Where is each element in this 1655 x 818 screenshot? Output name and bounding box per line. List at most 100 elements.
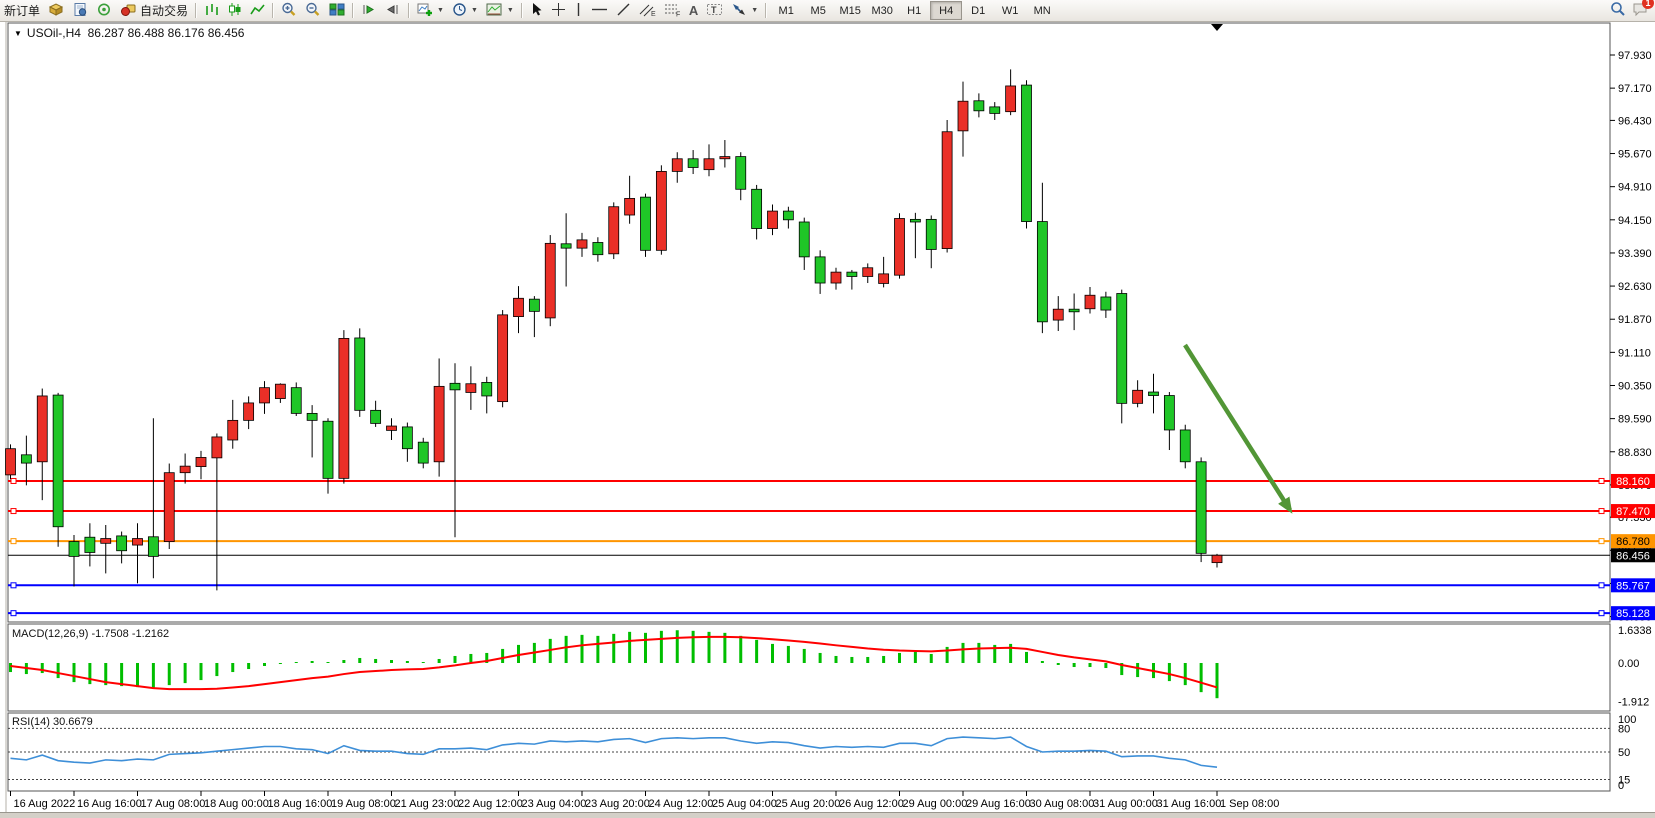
candle-bull — [895, 219, 905, 276]
fibonacci-tool-button[interactable]: F — [660, 1, 685, 20]
tile-windows-button[interactable] — [325, 1, 349, 20]
channel-tool-button[interactable]: E — [635, 1, 660, 20]
trendline-tool-button[interactable] — [612, 1, 635, 20]
candle-bear — [1037, 222, 1047, 322]
line-handle — [11, 509, 16, 514]
chart-title-bar[interactable]: ▼ USOil-,H4 86.287 86.488 86.176 86.456 — [14, 26, 244, 40]
zoom-in-button[interactable] — [277, 1, 301, 20]
auto-scroll-icon — [361, 2, 377, 20]
tab-timeframe-m15[interactable]: M15 — [834, 1, 866, 20]
date-label: 31 Aug 00:00 — [1093, 798, 1158, 810]
candle-bear — [1069, 309, 1079, 312]
tab-timeframe-w1[interactable]: W1 — [994, 1, 1026, 20]
tab-timeframe-m5[interactable]: M5 — [802, 1, 834, 20]
candle-bear — [926, 219, 936, 249]
date-label: 22 Aug 12:00 — [458, 798, 523, 810]
arrows-tool-button[interactable]: ▼ — [727, 1, 762, 20]
toolbar-separator — [408, 3, 410, 18]
date-label: 16 Aug 2022 — [14, 798, 76, 810]
chart-shift-button[interactable] — [381, 1, 405, 20]
auto-scroll-button[interactable] — [357, 1, 381, 20]
candle-bear — [53, 395, 63, 527]
text-label-tool-button[interactable]: T — [702, 1, 727, 20]
candle-bull — [244, 403, 254, 420]
rsi-scale-label: 50 — [1618, 747, 1630, 759]
date-label: 26 Aug 12:00 — [839, 798, 904, 810]
macd-indicator-label: MACD(12,26,9) -1.7508 -1.2162 — [12, 628, 169, 640]
zoom-in-icon — [281, 2, 297, 20]
date-label: 29 Aug 16:00 — [966, 798, 1031, 810]
candle-bull — [212, 437, 222, 458]
candle-bear — [752, 189, 762, 228]
signals-icon — [96, 2, 112, 20]
toolbar-separator — [272, 3, 274, 18]
tab-timeframe-h1[interactable]: H1 — [898, 1, 930, 20]
candle-bear — [117, 536, 127, 551]
line-chart-button[interactable] — [246, 1, 269, 20]
candle-bear — [1180, 430, 1190, 462]
candle-bear — [1149, 392, 1159, 395]
new-order-button[interactable]: 新订单 — [0, 1, 44, 20]
cursor-tool-button[interactable] — [526, 1, 547, 20]
market-watch-icon — [72, 2, 88, 20]
auto-trading-label: 自动交易 — [140, 2, 188, 19]
svg-text:91.870: 91.870 — [1618, 314, 1652, 326]
candle-bull — [260, 388, 270, 403]
notifications-button[interactable]: 1 — [1632, 1, 1649, 20]
horizontal-line-tool-button[interactable] — [587, 1, 612, 20]
date-label: 18 Aug 00:00 — [204, 798, 269, 810]
candle-bull — [37, 396, 47, 462]
chart-shift-icon — [385, 2, 401, 20]
date-label: 24 Aug 12:00 — [649, 798, 714, 810]
candle-bear — [450, 383, 460, 390]
zoom-out-button[interactable] — [301, 1, 325, 20]
auto-trading-button[interactable]: 自动交易 — [116, 1, 192, 20]
candle-bull — [228, 420, 238, 440]
candle-bull — [196, 457, 206, 466]
chart-canvas[interactable]: 97.93097.17096.43095.67094.91094.15093.3… — [0, 21, 1655, 817]
tab-timeframe-h4[interactable]: H4 — [930, 1, 962, 20]
search-icon[interactable] — [1610, 1, 1626, 20]
auto-trading-icon — [120, 2, 137, 20]
date-label: 16 Aug 16:00 — [77, 798, 142, 810]
vertical-line-icon — [574, 2, 583, 20]
crosshair-tool-button[interactable] — [547, 1, 570, 20]
vertical-line-tool-button[interactable] — [570, 1, 587, 20]
add-indicator-button[interactable]: ▼ — [413, 1, 448, 20]
macd-scale-label: 1.6338 — [1618, 625, 1652, 637]
tab-timeframe-m1[interactable]: M1 — [770, 1, 802, 20]
signals-button[interactable] — [92, 1, 116, 20]
candle-bull — [275, 384, 285, 398]
tab-timeframe-mn[interactable]: MN — [1026, 1, 1058, 20]
templates-button[interactable]: ▼ — [482, 1, 518, 20]
profiles-button[interactable] — [44, 1, 68, 20]
periods-button[interactable]: ▼ — [448, 1, 482, 20]
candle-bull — [180, 466, 190, 473]
candle-bear — [990, 107, 1000, 114]
date-label: 25 Aug 20:00 — [776, 798, 841, 810]
toolbar-separator — [195, 3, 197, 18]
text-icon: A — [689, 3, 698, 18]
text-tool-button[interactable]: A — [685, 1, 702, 20]
svg-text:94.150: 94.150 — [1618, 215, 1652, 227]
price-axis-badge-label: 88.160 — [1616, 476, 1650, 488]
candle-bull — [863, 268, 873, 277]
tab-timeframe-d1[interactable]: D1 — [962, 1, 994, 20]
toolbar-separator — [521, 3, 523, 18]
candle-bull — [466, 384, 476, 393]
candlestick-chart-button[interactable] — [223, 1, 246, 20]
window-bottom-edge — [0, 812, 1655, 818]
fibonacci-icon: F — [664, 2, 681, 20]
pane-frame — [8, 23, 1610, 622]
market-watch-button[interactable] — [68, 1, 92, 20]
dropdown-caret-icon: ▼ — [507, 7, 514, 14]
candle-bear — [783, 211, 793, 220]
svg-text:97.930: 97.930 — [1618, 50, 1652, 62]
tab-timeframe-m30[interactable]: M30 — [866, 1, 898, 20]
bar-chart-button[interactable] — [200, 1, 223, 20]
candle-bull — [164, 473, 174, 542]
price-axis-badge-label: 85.128 — [1616, 608, 1650, 620]
candle-bear — [21, 455, 31, 463]
trendline-icon — [616, 2, 631, 20]
candle-bear — [561, 244, 571, 248]
